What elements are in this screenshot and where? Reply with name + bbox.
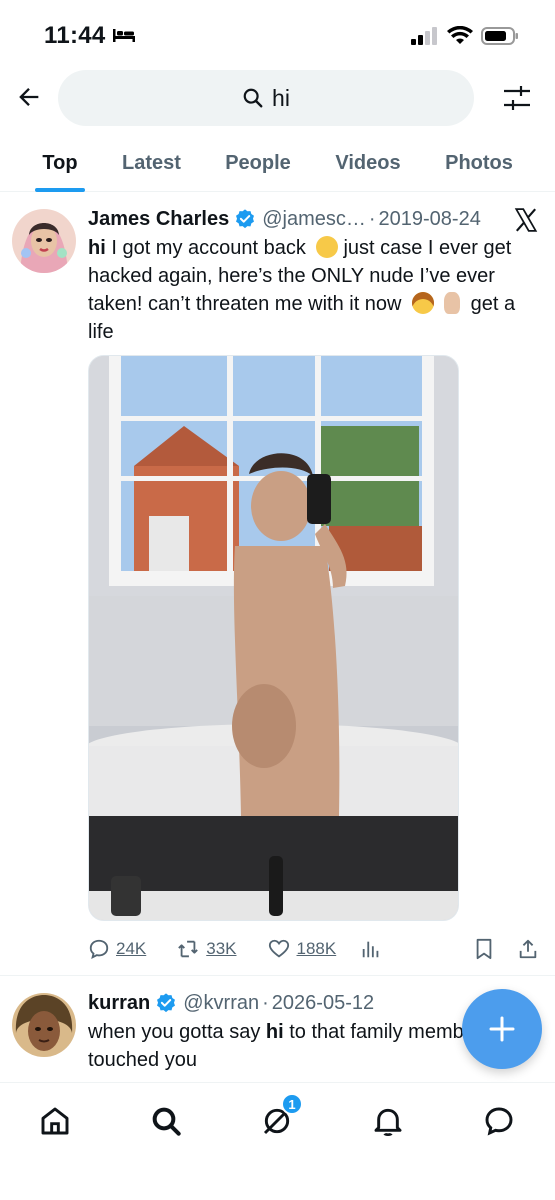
photo-image bbox=[89, 356, 458, 920]
retweet-button[interactable]: 33K bbox=[176, 938, 237, 960]
nav-home[interactable] bbox=[35, 1101, 75, 1141]
wifi-icon bbox=[447, 26, 473, 44]
sleep-mode-icon bbox=[113, 29, 135, 42]
tab-latest[interactable]: Latest bbox=[120, 134, 183, 192]
tweet-header: kurran @kvrran · 2026-05-12 bbox=[88, 988, 374, 1018]
share-icon[interactable] bbox=[517, 937, 539, 961]
like-button[interactable]: 188K bbox=[267, 938, 337, 960]
search-keyword: hi bbox=[88, 237, 106, 259]
verified-badge-icon bbox=[236, 209, 255, 229]
search-icon bbox=[152, 1107, 181, 1136]
tweet-header: James Charles @jamesc… · 2019-08-24 bbox=[88, 204, 481, 234]
tweet-photo[interactable] bbox=[88, 355, 459, 921]
search-keyword: hi bbox=[265, 1021, 284, 1043]
bottom-nav: 1 bbox=[0, 1082, 555, 1200]
active-tab-indicator bbox=[35, 188, 85, 192]
tab-label: Videos bbox=[335, 151, 401, 174]
views-button[interactable] bbox=[360, 938, 382, 960]
bell-icon bbox=[374, 1108, 402, 1136]
tweet-date[interactable]: 2026-05-12 bbox=[272, 992, 374, 1015]
avatar[interactable] bbox=[12, 993, 76, 1057]
reply-button[interactable]: 24K bbox=[88, 938, 146, 960]
author-name[interactable]: James Charles bbox=[88, 208, 229, 231]
avatar-image bbox=[12, 209, 76, 273]
bookmark-icon[interactable] bbox=[473, 937, 495, 961]
reply-icon bbox=[89, 939, 109, 959]
cowboy-face-emoji-icon bbox=[412, 292, 435, 314]
search-header: hi bbox=[0, 62, 555, 134]
nav-messages[interactable] bbox=[479, 1101, 519, 1141]
separator-dot: · bbox=[368, 207, 376, 230]
tab-label: Top bbox=[42, 151, 78, 174]
nav-search[interactable] bbox=[146, 1101, 186, 1141]
retweet-count: 33K bbox=[206, 939, 237, 958]
tab-label: People bbox=[225, 151, 291, 174]
x-logo-icon bbox=[514, 208, 538, 232]
reply-count: 24K bbox=[116, 939, 147, 958]
heart-icon bbox=[268, 939, 289, 958]
author-name[interactable]: kurran bbox=[88, 992, 150, 1015]
tweet-actions: 24K 33K 188K bbox=[88, 931, 539, 967]
middle-finger-emoji-icon bbox=[444, 292, 461, 314]
notification-count-badge: 1 bbox=[281, 1093, 303, 1115]
search-icon bbox=[243, 88, 263, 108]
tab-people[interactable]: People bbox=[183, 134, 333, 192]
author-handle[interactable]: @kvrran bbox=[183, 992, 259, 1015]
back-button[interactable] bbox=[12, 80, 46, 114]
arrow-left-icon bbox=[19, 88, 39, 106]
search-tabs: Top Latest People Videos Photos bbox=[0, 134, 555, 192]
avatar[interactable] bbox=[12, 209, 76, 273]
search-filter-icon[interactable] bbox=[501, 82, 533, 114]
separator-dot: · bbox=[262, 991, 269, 1014]
avatar-image bbox=[12, 993, 76, 1057]
tab-photos[interactable]: Photos bbox=[403, 134, 555, 192]
tab-videos[interactable]: Videos bbox=[333, 134, 403, 192]
status-bar: 11:44 bbox=[0, 0, 555, 62]
tweet-text: hi I got my account back just case I eve… bbox=[88, 234, 539, 346]
home-icon bbox=[41, 1107, 69, 1135]
compose-post-button[interactable] bbox=[462, 989, 542, 1069]
status-time: 11:44 bbox=[44, 22, 106, 49]
retweet-icon bbox=[178, 940, 199, 958]
nav-notifications[interactable] bbox=[368, 1101, 408, 1141]
tab-label: Latest bbox=[122, 151, 181, 174]
like-count: 188K bbox=[296, 939, 337, 958]
tab-top[interactable]: Top bbox=[0, 134, 120, 192]
verified-badge-icon bbox=[157, 993, 176, 1013]
search-input[interactable]: hi bbox=[58, 70, 474, 126]
views-icon bbox=[362, 941, 379, 958]
author-handle[interactable]: @jamesc… bbox=[262, 208, 366, 231]
cellular-signal-icon bbox=[411, 27, 437, 45]
tweet-date[interactable]: 2019-08-24 bbox=[379, 208, 481, 231]
tweet-text-part: I got my account back bbox=[105, 237, 306, 259]
tweet[interactable]: James Charles @jamesc… · 2019-08-24 hi I… bbox=[0, 193, 555, 976]
plus-icon bbox=[489, 1016, 515, 1042]
tweet-text-part: when you gotta say bbox=[88, 1021, 266, 1043]
status-indicators bbox=[411, 26, 519, 46]
battery-icon bbox=[481, 27, 518, 45]
nav-grok[interactable]: 1 bbox=[257, 1093, 303, 1141]
tab-label: Photos bbox=[445, 151, 513, 174]
upside-down-face-emoji-icon bbox=[316, 236, 339, 258]
chat-bubble-icon bbox=[485, 1107, 513, 1136]
search-query: hi bbox=[272, 84, 290, 111]
